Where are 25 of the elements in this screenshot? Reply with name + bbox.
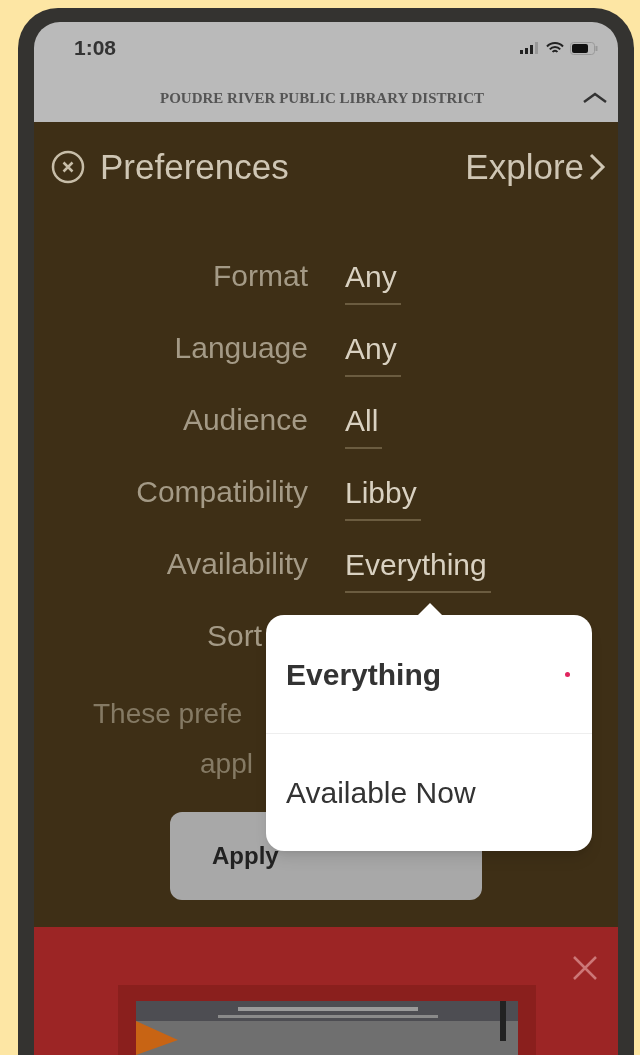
collapse-chevron-icon[interactable]: [582, 92, 608, 104]
status-time: 1:08: [74, 35, 117, 62]
field-value[interactable]: All: [345, 397, 383, 449]
field-label: Compatibility: [135, 473, 308, 510]
field-value[interactable]: Any: [345, 325, 401, 377]
wifi-icon: [546, 41, 564, 55]
field-label: Format: [212, 257, 308, 294]
field-value[interactable]: Any: [345, 253, 401, 305]
menu-option[interactable]: Available Now: [286, 770, 476, 815]
note-text: These prefe: [93, 697, 243, 731]
explore-link[interactable]: Explore: [465, 140, 606, 194]
field-label: Audience: [181, 401, 308, 438]
menu-option[interactable]: Everything: [286, 651, 442, 697]
field-label: Availability: [165, 545, 308, 582]
field-value[interactable]: Everything: [345, 541, 491, 593]
signal-icon: [520, 42, 540, 54]
field-label: Language: [173, 329, 308, 366]
note-text: appl: [200, 747, 253, 781]
panel-title: Preferences: [100, 145, 289, 188]
field-value[interactable]: Libby: [345, 469, 421, 521]
library-name: POUDRE RIVER PUBLIC LIBRARY DISTRICT: [160, 88, 484, 108]
field-label: Sort: [205, 617, 262, 654]
close-icon[interactable]: [50, 149, 86, 185]
battery-icon: [570, 41, 598, 55]
chevron-right-icon: [588, 152, 606, 182]
